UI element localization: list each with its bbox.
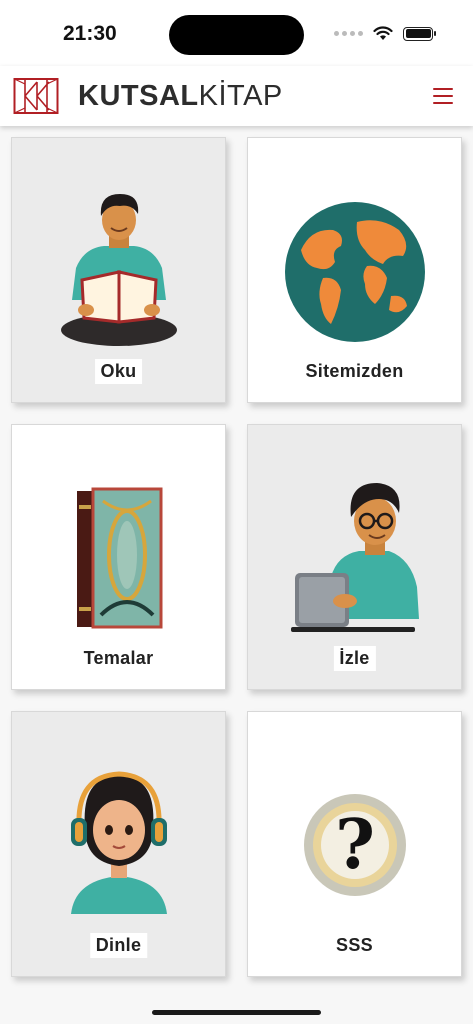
status-icons <box>334 26 436 41</box>
wifi-icon <box>373 26 393 40</box>
reading-person-icon <box>60 194 177 346</box>
brand-name: KUTSALKİTAP <box>78 80 283 113</box>
logo-icon <box>13 78 59 114</box>
tile-dinle[interactable]: Dinle <box>11 711 226 977</box>
tile-sss[interactable]: ? SSS <box>247 711 462 977</box>
status-bar: 21:30 <box>0 0 473 66</box>
brand-light: KİTAP <box>198 80 283 112</box>
tile-label: İzle <box>333 646 376 671</box>
status-time: 21:30 <box>63 22 117 45</box>
tablet-viewer-icon <box>290 483 419 632</box>
headphones-girl-icon <box>70 771 167 914</box>
battery-icon <box>403 26 436 41</box>
brand-bold: KUTSAL <box>78 80 199 112</box>
home-indicator[interactable] <box>152 1010 321 1015</box>
globe-icon <box>284 202 425 342</box>
cellular-icon <box>334 31 363 36</box>
svg-text:?: ? <box>335 805 375 885</box>
tile-izle[interactable]: İzle <box>247 424 462 690</box>
tile-label: Dinle <box>89 933 148 958</box>
tile-label: SSS <box>336 935 373 955</box>
tile-label: Sitemizden <box>305 361 404 381</box>
tile-sitemizden[interactable]: Sitemizden <box>247 137 462 403</box>
dynamic-island <box>169 15 304 55</box>
tile-label: Oku <box>94 359 143 384</box>
tile-oku[interactable]: Oku <box>11 137 226 403</box>
app-header: KUTSALKİTAP <box>0 66 473 126</box>
book-icon <box>76 487 162 629</box>
question-mark-icon: ? <box>303 794 406 896</box>
tile-temalar[interactable]: Temalar <box>11 424 226 690</box>
hamburger-menu-icon[interactable] <box>433 88 453 104</box>
tile-label: Temalar <box>83 648 154 668</box>
